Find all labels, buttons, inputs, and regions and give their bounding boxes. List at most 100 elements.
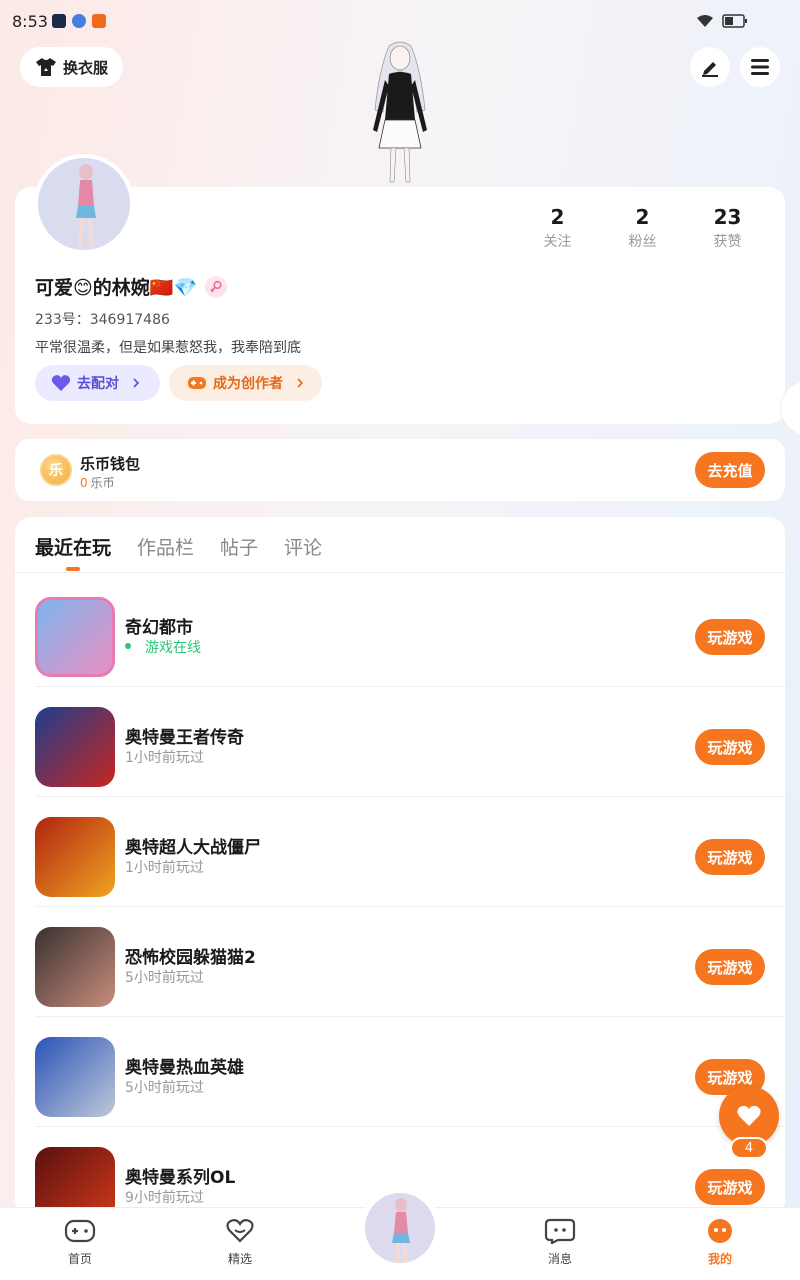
wifi-icon	[697, 15, 713, 27]
play-game-button[interactable]: 玩游戏	[695, 1169, 765, 1205]
bio: 平常很温柔，但是如果惹怒我，我奉陪到底	[35, 340, 301, 356]
nav-home[interactable]: 首页	[40, 1218, 120, 1267]
wallet-title: 乐币钱包	[80, 455, 141, 473]
match-button[interactable]: 去配对	[35, 365, 160, 401]
chevron-right-icon	[297, 378, 304, 388]
match-label: 去配对	[77, 376, 119, 392]
stat-likes[interactable]: 23 获赞	[685, 205, 770, 251]
female-gender-icon	[205, 275, 228, 298]
pen-icon	[702, 62, 718, 77]
status-bar: 8:53	[0, 0, 800, 44]
become-creator-label: 成为创作者	[213, 376, 283, 392]
menu-button[interactable]	[740, 47, 780, 87]
download-notification-icon	[92, 14, 106, 28]
game-icon[interactable]	[35, 707, 115, 787]
chat-icon	[544, 1218, 576, 1245]
stat-value: 2	[635, 205, 650, 229]
tabs-divider	[15, 572, 785, 573]
game-row[interactable]: 奥特曼热血英雄 5小时前玩过 玩游戏	[15, 1017, 785, 1127]
nav-label: 精选	[227, 1252, 252, 1266]
game-title: 奥特超人大战僵尸	[125, 838, 261, 858]
game-title: 奥特曼热血英雄	[125, 1058, 244, 1078]
play-game-button[interactable]: 玩游戏	[695, 839, 765, 875]
nav-avatar-image	[365, 1193, 435, 1263]
wallet-card[interactable]: 乐 乐币钱包 0 乐币 去充值	[15, 439, 785, 501]
nickname: 可爱😊的林婉🇨🇳💎	[35, 277, 198, 299]
content-tabs: 最近在玩 作品栏 帖子 评论	[35, 533, 322, 560]
status-time: 8:53	[12, 12, 48, 31]
avatar-figure-image	[76, 164, 96, 248]
play-game-button[interactable]: 玩游戏	[695, 729, 765, 765]
game-title: 奥特曼系列OL	[125, 1168, 236, 1188]
change-outfit-button[interactable]: 换衣服	[20, 47, 123, 87]
game-icon[interactable]	[35, 1037, 115, 1117]
game-row[interactable]: 奇幻都市 游戏在线 玩游戏	[15, 577, 785, 687]
user-id: 233号：346917486	[35, 312, 170, 328]
nav-profile[interactable]: 我的	[680, 1218, 760, 1267]
game-row[interactable]: 恐怖校园躲猫猫2 5小时前玩过 玩游戏	[15, 907, 785, 1017]
game-row[interactable]: 奥特超人大战僵尸 1小时前玩过 玩游戏	[15, 797, 785, 907]
tab-recently-played[interactable]: 最近在玩	[35, 533, 111, 560]
active-tab-indicator	[66, 567, 80, 571]
game-title: 奥特曼王者传奇	[125, 728, 244, 748]
game-last-played: 1小时前玩过	[125, 860, 204, 876]
play-game-button[interactable]: 玩游戏	[695, 949, 765, 985]
likes-count-badge: 4	[730, 1137, 768, 1159]
notification-icons	[52, 14, 106, 28]
game-row[interactable]: 奥特曼王者传奇 1小时前玩过 玩游戏	[15, 687, 785, 797]
become-creator-button[interactable]: 成为创作者	[169, 365, 322, 401]
stat-value: 23	[713, 205, 742, 229]
shirt-icon	[35, 58, 56, 76]
battery-icon	[722, 14, 747, 28]
nav-label: 我的	[707, 1252, 732, 1266]
chevron-right-icon	[133, 378, 140, 388]
game-icon[interactable]	[35, 817, 115, 897]
nav-label: 首页	[67, 1252, 92, 1266]
tab-works[interactable]: 作品栏	[137, 533, 194, 560]
status-right	[696, 14, 748, 28]
avatar[interactable]	[34, 154, 134, 254]
profile-face-icon	[708, 1219, 732, 1243]
game-last-played: 1小时前玩过	[125, 750, 204, 766]
change-outfit-label: 换衣服	[62, 58, 108, 77]
game-title: 恐怖校园躲猫猫2	[125, 948, 256, 968]
menu-icon	[751, 59, 769, 75]
wallet-amount: 0	[80, 476, 88, 490]
content-card: 最近在玩 作品栏 帖子 评论 奇幻都市 游戏在线 玩游戏 奥特曼王者传奇 1小时…	[15, 517, 785, 1217]
heart-icon	[737, 1105, 761, 1126]
game-icon[interactable]	[35, 597, 115, 677]
nav-featured[interactable]: 精选	[200, 1218, 280, 1267]
stat-followers[interactable]: 2 粉丝	[600, 205, 685, 251]
game-last-played: 5小时前玩过	[125, 1080, 204, 1096]
gallery-notification-icon	[52, 14, 66, 28]
nickname-row: 可爱😊的林婉🇨🇳💎	[35, 273, 228, 300]
play-game-button[interactable]: 玩游戏	[695, 619, 765, 655]
stat-label: 获赞	[713, 234, 742, 250]
stat-following[interactable]: 2 关注	[515, 205, 600, 251]
tab-comments[interactable]: 评论	[284, 533, 322, 560]
tab-posts[interactable]: 帖子	[220, 533, 258, 560]
heart-outline-icon	[226, 1219, 254, 1243]
recharge-button[interactable]: 去充值	[695, 452, 765, 488]
stat-label: 粉丝	[628, 234, 657, 250]
avatar-character-figure[interactable]	[355, 40, 445, 188]
game-last-played: 9小时前玩过	[125, 1190, 204, 1206]
game-icon[interactable]	[35, 927, 115, 1007]
heart-icon	[51, 375, 71, 391]
nav-avatar-button[interactable]	[360, 1188, 440, 1268]
gamepad-icon	[188, 377, 206, 389]
avatar-figure-image	[392, 1198, 410, 1263]
nav-label: 消息	[547, 1252, 572, 1266]
edit-profile-button[interactable]	[690, 47, 730, 87]
game-last-played: 5小时前玩过	[125, 970, 204, 986]
stat-label: 关注	[543, 234, 572, 250]
profile-stats: 2 关注 2 粉丝 23 获赞	[515, 205, 770, 251]
game-status: 游戏在线	[125, 637, 201, 657]
lebi-coin-icon: 乐	[40, 454, 72, 486]
stat-value: 2	[550, 205, 565, 229]
wallet-unit: 乐币	[90, 476, 115, 490]
gamepad-icon	[64, 1219, 96, 1243]
wallet-balance: 0 乐币	[80, 474, 115, 491]
music-notification-icon	[72, 14, 86, 28]
nav-messages[interactable]: 消息	[520, 1218, 600, 1267]
